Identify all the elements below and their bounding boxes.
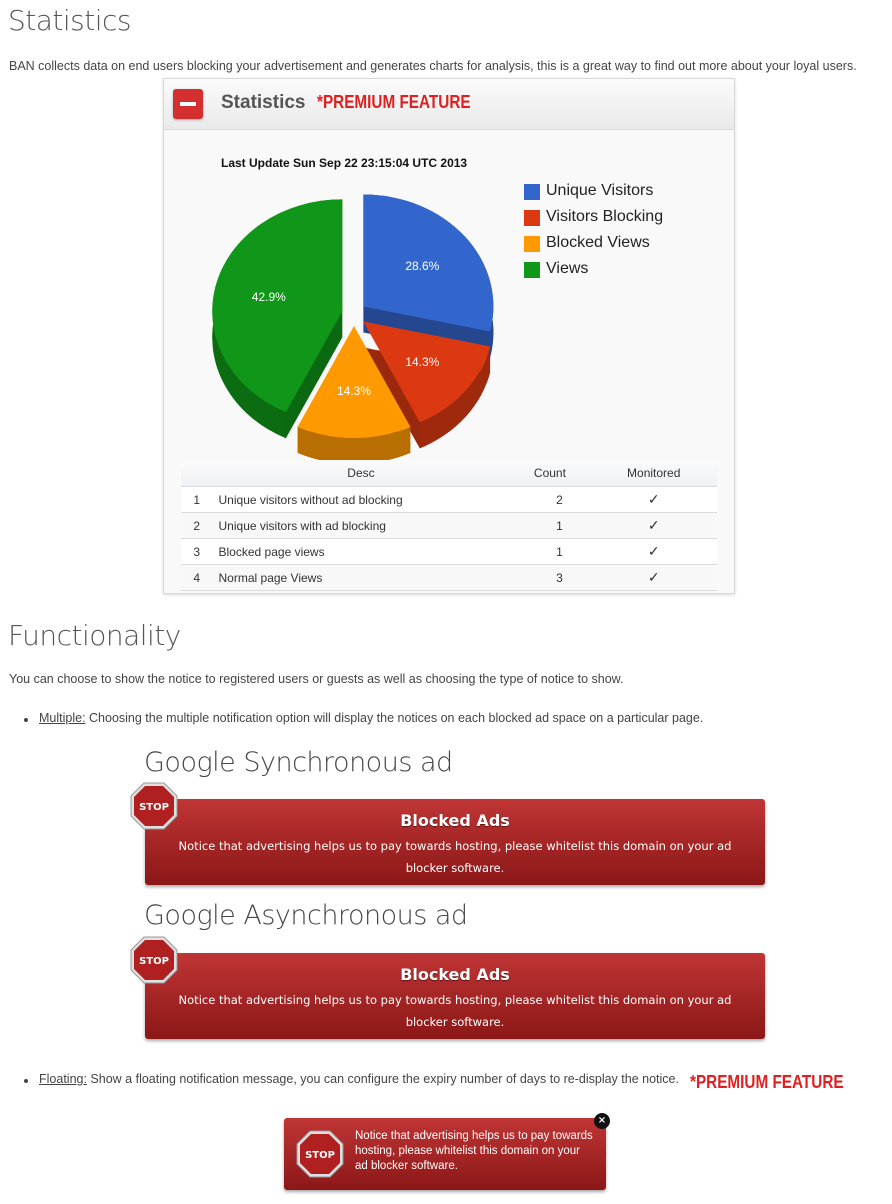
- premium-feature-label: *PREMIUM FEATURE: [316, 92, 471, 112]
- table-row: 4 Normal page Views 3 ✓: [181, 564, 717, 591]
- functionality-intro: You can choose to show the notice to reg…: [9, 672, 624, 686]
- notice-title: Blocked Ads: [400, 811, 510, 830]
- floating-notice: STOP Notice that advertising helps us to…: [284, 1118, 606, 1190]
- row-count: 1: [509, 512, 591, 539]
- async-ad-title: Google Asynchronous ad: [144, 900, 468, 931]
- multiple-item: Multiple: Choosing the multiple notifica…: [39, 711, 703, 725]
- floating-item: Floating: Show a floating notification m…: [39, 1072, 679, 1086]
- header-num: [181, 460, 213, 487]
- row-desc: Unique visitors without ad blocking: [212, 486, 510, 513]
- row-number: 3: [181, 538, 213, 565]
- header-count: Count: [509, 460, 591, 487]
- floating-message: Notice that advertising helps us to pay …: [355, 1130, 593, 1172]
- floating-text: Show a floating notification message, yo…: [86, 1072, 679, 1086]
- panel-title: Statistics: [221, 92, 306, 113]
- functionality-heading: Functionality: [8, 619, 181, 652]
- row-monitored: ✓: [590, 512, 717, 539]
- row-monitored: ✓: [590, 486, 717, 513]
- close-icon[interactable]: ×: [594, 1113, 610, 1129]
- legend-label: Visitors Blocking: [546, 208, 664, 225]
- legend-label: Blocked Views: [546, 234, 650, 251]
- table-row: 2 Unique visitors with ad blocking 1 ✓: [181, 512, 717, 539]
- legend-swatch: [524, 210, 540, 226]
- row-number: 1: [181, 486, 213, 513]
- row-monitored: ✓: [590, 564, 717, 591]
- last-update: Last Update Sun Sep 22 23:15:04 UTC 2013: [221, 156, 468, 170]
- stop-label: STOP: [139, 956, 169, 967]
- notice-title: Blocked Ads: [400, 965, 510, 984]
- table-header-row: Desc Count Monitored: [181, 460, 717, 487]
- legend-swatch: [524, 236, 540, 252]
- row-desc: Unique visitors with ad blocking: [212, 512, 510, 539]
- row-count: 1: [509, 538, 591, 565]
- stop-sign-icon: STOP: [296, 1130, 344, 1178]
- table-row: 3 Blocked page views 1 ✓: [181, 538, 717, 565]
- legend-swatch: [524, 184, 540, 200]
- async-notice: Blocked Ads Notice that advertising help…: [145, 953, 765, 1039]
- statistics-intro: BAN collects data on end users blocking …: [9, 59, 857, 73]
- notice-message: Notice that advertising helps us to pay …: [178, 993, 732, 1029]
- pie-slice-label: 28.6%: [405, 259, 439, 273]
- stop-label: STOP: [139, 802, 169, 813]
- row-number: 4: [181, 564, 213, 591]
- row-number: 2: [181, 512, 213, 539]
- row-count: 3: [509, 564, 591, 591]
- multiple-text: Choosing the multiple notification optio…: [85, 711, 704, 725]
- sync-notice: Blocked Ads Notice that advertising help…: [145, 799, 765, 885]
- pie-slice-label: 14.3%: [405, 355, 439, 369]
- stop-sign-icon: STOP: [130, 782, 178, 830]
- legend-label: Unique Visitors: [546, 182, 654, 199]
- legend-swatch: [524, 262, 540, 278]
- table-row: 1 Unique visitors without ad blocking 2 ✓: [181, 486, 717, 513]
- floating-premium-label: *PREMIUM FEATURE: [690, 1072, 844, 1092]
- panel-title-wrap: Statistics *PREMIUM FEATURE: [221, 92, 497, 114]
- header-monitored: Monitored: [590, 460, 717, 487]
- row-desc: Normal page Views: [212, 564, 510, 591]
- sync-ad-title: Google Synchronous ad: [144, 747, 453, 778]
- stop-sign-icon: STOP: [130, 936, 178, 984]
- pie-slice-label: 14.3%: [337, 384, 371, 398]
- statistics-heading: Statistics: [8, 4, 132, 37]
- stop-label: STOP: [305, 1150, 335, 1161]
- bullet: [24, 718, 28, 722]
- multiple-link[interactable]: Multiple:: [39, 711, 86, 725]
- bullet: [24, 1079, 28, 1083]
- minus-icon: [180, 102, 196, 106]
- pie-chart: 28.6% 14.3% 14.3% 42.9%: [212, 194, 494, 464]
- row-monitored: ✓: [590, 538, 717, 565]
- collapse-button[interactable]: [173, 89, 203, 119]
- floating-link[interactable]: Floating:: [39, 1072, 87, 1086]
- legend-label: Views: [546, 260, 589, 277]
- row-desc: Blocked page views: [212, 538, 510, 565]
- pie-slice-label: 42.9%: [252, 290, 286, 304]
- stats-table: Desc Count Monitored 1 Unique visitors wi…: [181, 460, 717, 591]
- row-count: 2: [509, 486, 591, 513]
- header-desc: Desc: [212, 460, 510, 487]
- notice-message: Notice that advertising helps us to pay …: [178, 839, 732, 875]
- panel-header: Statistics *PREMIUM FEATURE: [164, 79, 734, 130]
- statistics-panel: Statistics *PREMIUM FEATURE Last Update …: [163, 78, 735, 594]
